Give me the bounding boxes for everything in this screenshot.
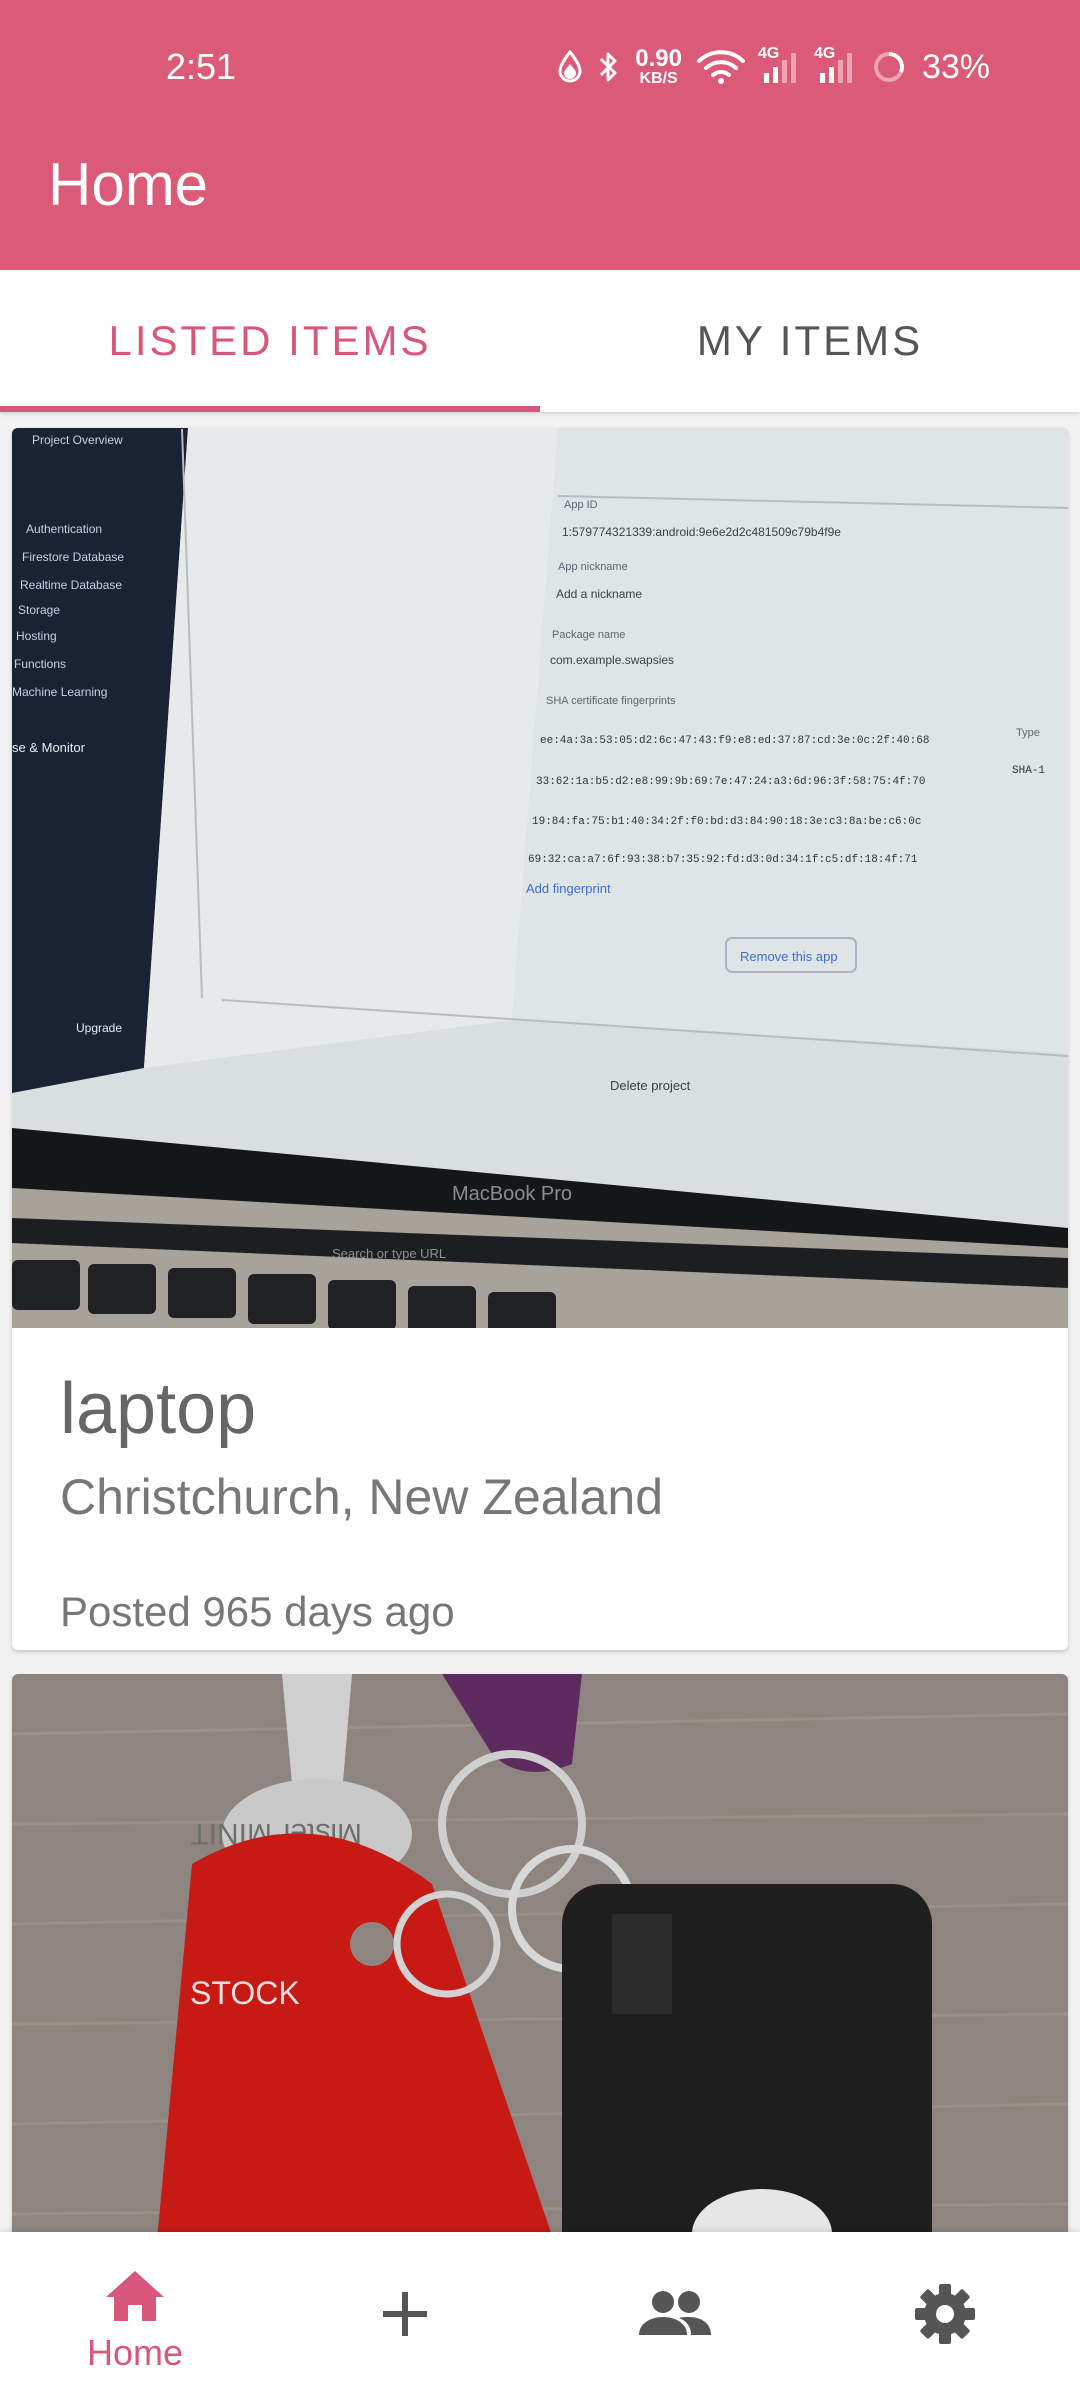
photo-text-realtime: Realtime Database: [20, 578, 122, 592]
settings-icon: [914, 2283, 976, 2350]
signal-icon-1: 4G: [758, 45, 802, 85]
photo-text-sha-type: SHA-1: [1012, 765, 1045, 777]
photo-text-storage: Storage: [18, 603, 60, 617]
app-root: 2:51 0.90 KB/S 4G 4G 33% Home LISTED ITE…: [0, 0, 1080, 2400]
network-type-2: 4G: [813, 45, 836, 62]
photo-text-upgrade: Upgrade: [76, 1021, 122, 1035]
signal-icon-2: 4G: [814, 45, 858, 85]
listing-photo: Project Overview Authentication Firestor…: [12, 428, 1068, 1328]
nav-people[interactable]: [540, 2232, 810, 2400]
photo-text-type-label: Type: [1016, 727, 1040, 739]
photo-text-sha4: 69:32:ca:a7:6f:93:38:b7:35:92:fd:d3:0d:3…: [528, 854, 918, 866]
tab-bar: LISTED ITEMS MY ITEMS: [0, 270, 1080, 412]
photo-text-keytag-text: STOCK: [190, 1975, 300, 2011]
photo-text-authentication: Authentication: [26, 522, 102, 536]
photo-text-sha1: ee:4a:3a:53:05:d2:6c:47:43:f9:e8:ed:37:8…: [540, 735, 929, 747]
listing-title: laptop: [60, 1369, 257, 1449]
battery-percent: 33%: [921, 47, 990, 86]
bluetooth-icon: [597, 49, 621, 85]
network-type-1: 4G: [757, 45, 780, 62]
tab-my-items[interactable]: MY ITEMS: [540, 270, 1080, 412]
photo-text-macbook: MacBook Pro: [452, 1183, 572, 1205]
photo-text-firestore: Firestore Database: [22, 550, 124, 564]
net-speed-value: 0.90: [635, 45, 682, 72]
listing-photo: Mister MINIT STOCK: [12, 1674, 1068, 2232]
photo-text-sha3: 19:84:fa:75:b1:40:34:2f:f0:bd:d3:84:90:1…: [532, 816, 921, 828]
status-time: 2:51: [166, 46, 237, 87]
photo-text-add-fingerprint: Add fingerprint: [526, 881, 611, 896]
photo-text-project-overview: Project Overview: [32, 433, 123, 447]
net-speed-unit: KB/S: [639, 70, 678, 87]
listing-posted-time: Posted 965 days ago: [60, 1588, 455, 1635]
photo-text-app-id-label: App ID: [564, 499, 598, 511]
photo-text-monitor: se & Monitor: [12, 740, 86, 755]
home-icon: [104, 2269, 166, 2328]
add-icon: [381, 2290, 429, 2343]
status-icons: 0.90 KB/S 4G 4G 33%: [557, 42, 990, 92]
photo-text-hosting: Hosting: [16, 629, 57, 643]
photo-text-package: com.example.swapsies: [550, 653, 674, 667]
nav-home[interactable]: Home: [0, 2232, 270, 2400]
page-title: Home: [48, 151, 209, 218]
photo-text-ml: Machine Learning: [12, 685, 107, 699]
photo-text-app-id: 1:579774321339:android:9e6e2d2c481509c79…: [562, 525, 841, 539]
listing-location: Christchurch, New Zealand: [60, 1469, 664, 1525]
data-saver-icon: [557, 50, 583, 84]
photo-text-delete-project: Delete project: [610, 1078, 691, 1093]
photo-text-remove-app: Remove this app: [740, 949, 838, 964]
tab-listed-items[interactable]: LISTED ITEMS: [0, 270, 540, 412]
status-bar: 2:51 0.90 KB/S 4G 4G 33%: [0, 0, 1080, 140]
listing-card[interactable]: Project Overview Authentication Firestor…: [12, 428, 1068, 1650]
photo-text-functions: Functions: [14, 657, 66, 671]
photo-text-sha2: 33:62:1a:b5:d2:e8:99:9b:69:7e:47:24:a3:6…: [536, 776, 925, 788]
battery-icon: [872, 50, 906, 84]
nav-home-label: Home: [86, 2331, 184, 2373]
photo-text-package-label: Package name: [552, 629, 625, 641]
photo-text-nickname: Add a nickname: [556, 587, 642, 601]
nav-add[interactable]: [270, 2232, 540, 2400]
wifi-icon: [696, 49, 746, 85]
people-icon: [639, 2289, 711, 2344]
photo-text-search-hint: Search or type URL: [332, 1246, 446, 1261]
photo-text-sha-label: SHA certificate fingerprints: [546, 695, 676, 707]
app-bar: 2:51 0.90 KB/S 4G 4G 33% Home: [0, 0, 1080, 270]
listings-feed[interactable]: Project Overview Authentication Firestor…: [0, 412, 1080, 2232]
photo-text-nickname-label: App nickname: [558, 561, 628, 573]
listing-card[interactable]: Mister MINIT STOCK: [12, 1674, 1068, 2232]
bottom-navigation: Home: [0, 2232, 1080, 2400]
net-speed: 0.90 KB/S: [635, 47, 682, 87]
nav-settings[interactable]: [810, 2232, 1080, 2400]
